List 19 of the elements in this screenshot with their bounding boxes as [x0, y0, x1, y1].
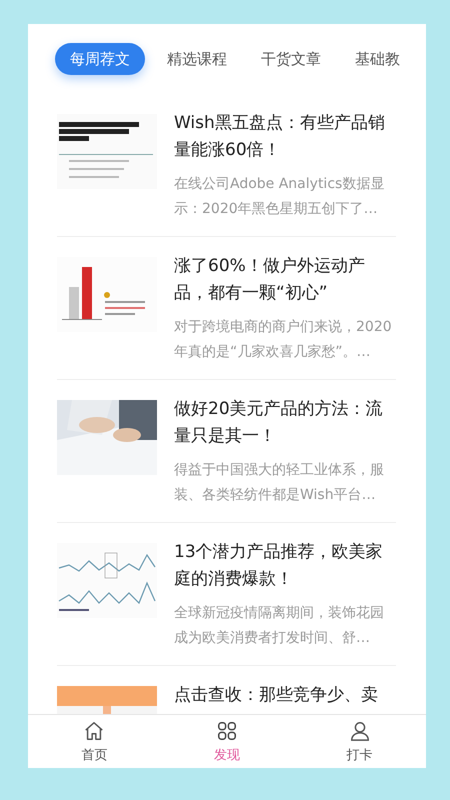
home-icon: [83, 720, 106, 742]
article-excerpt: 对于跨境电商的商户们来说，2020年真的是“几家欢喜几家愁”。…: [174, 318, 393, 362]
article-title[interactable]: 做好20美元产品的方法：流量只是其一！: [174, 396, 396, 450]
article-excerpt: 得益于中国强大的轻工业体系，服装、各类轻纺件都是Wish平台…: [174, 461, 385, 505]
article-title[interactable]: 涨了60%！做户外运动产品，都有一颗“初心”: [174, 253, 396, 307]
tab[interactable]: 基础教: [343, 43, 412, 75]
article-excerpt: 全球新冠疫情隔离期间，装饰花园成为欧美消费者打发时间、舒…: [174, 604, 385, 648]
person-icon: [348, 720, 371, 742]
article-excerpt: 在线公司Adobe Analytics数据显示：2020年黑色星期五创下了…: [174, 175, 386, 219]
nav-tab[interactable]: 发现: [160, 715, 294, 768]
tab[interactable]: 干货文章: [249, 43, 333, 75]
tab[interactable]: 每周荐文: [55, 43, 145, 75]
article-title[interactable]: 点击查收：那些竞争少、卖: [174, 682, 396, 709]
article-title[interactable]: 13个潜力产品推荐，欧美家庭的消费爆款！: [174, 539, 396, 593]
article-title[interactable]: Wish黑五盘点：有些产品销量能涨60倍！: [174, 110, 396, 164]
nav-tab[interactable]: 首页: [28, 715, 161, 768]
tab[interactable]: 精选课程: [155, 43, 239, 75]
nav-tab[interactable]: 打卡: [293, 715, 426, 768]
grid-icon: [216, 720, 238, 742]
